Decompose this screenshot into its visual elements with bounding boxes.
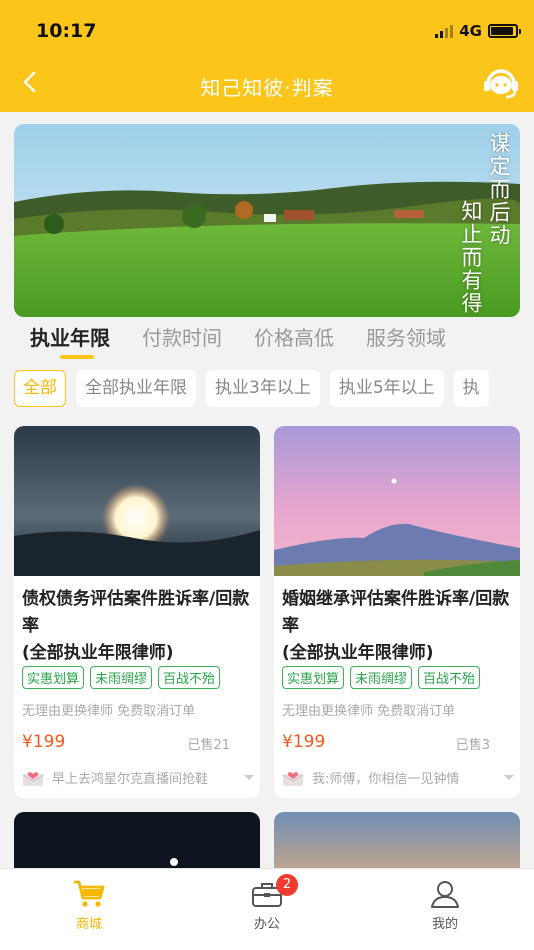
product-image [14,812,260,872]
signal-icon [435,24,454,38]
expand-caret-icon[interactable] [244,774,254,780]
product-review: 早上去鸿星尔克直播间抢鞋 [22,764,254,790]
filter-3-years[interactable]: 执业3年以上 [206,370,320,407]
filter-more[interactable]: 执 [453,370,489,407]
product-image [274,812,520,872]
product-tag: 未雨绸缪 [90,666,153,689]
headset-icon [484,69,518,99]
status-time: 10:17 [36,20,97,42]
product-tag: 实惠划算 [282,666,345,689]
product-sold-count: 已售3 [455,738,490,753]
tabbar-label: 我的 [431,917,458,932]
banner[interactable]: 谋定而后动 知止而有得 [14,124,520,317]
notification-badge: 2 [276,874,298,896]
sort-tabs: 执业年限 付款时间 价格高低 服务领域 [0,318,534,362]
product-image [14,426,260,576]
review-text: 我:师傅，你相信一见钟情 [312,771,460,787]
banner-slogan-2: 知止而有得 [459,200,483,315]
expand-caret-icon[interactable] [504,774,514,780]
product-tag: 未雨绸缪 [350,666,413,689]
tabbar-item-shop[interactable]: 商城 [0,869,178,950]
tab-price[interactable]: 价格高低 [254,318,334,362]
product-price: ¥199 [282,732,326,752]
product-title: 债权债务评估案件胜诉率/回款率 (全部执业年限律师) [22,589,250,663]
product-tags: 实惠划算 未雨绸缪 百战不殆 [282,666,481,689]
product-tags: 实惠划算 未雨绸缪 百战不殆 [22,666,221,689]
banner-slogan-1: 谋定而后动 [487,132,511,247]
product-guarantee: 无理由更换律师 免费取消订单 [22,704,196,719]
product-tag: 百战不殆 [418,666,481,689]
tab-payment-time[interactable]: 付款时间 [142,318,222,362]
customer-service-button[interactable] [482,64,520,102]
filter-all[interactable]: 全部 [14,370,66,407]
product-price: ¥199 [22,732,66,752]
banner-image [14,124,520,317]
product-tag: 百战不殆 [158,666,221,689]
tabbar-label: 办公 [253,917,280,932]
envelope-heart-icon [22,772,44,786]
product-title: 婚姻继承评估案件胜诉率/回款率 (全部执业年限律师) [282,589,510,663]
product-tag: 实惠划算 [22,666,85,689]
network-label: 4G [459,22,482,40]
filter-5-years[interactable]: 执业5年以上 [329,370,444,407]
tabbar-item-office[interactable]: 2 办公 [178,869,356,950]
cart-icon [74,880,105,907]
envelope-heart-icon [282,772,304,786]
review-text: 早上去鸿星尔克直播间抢鞋 [52,771,209,787]
page-title: 知己知彼·判案 [200,76,334,100]
status-indicators: 4G [435,22,521,40]
product-sold-count: 已售21 [187,738,230,753]
product-card[interactable]: 债权债务评估案件胜诉率/回款率 (全部执业年限律师) 实惠划算 未雨绸缪 百战不… [14,426,260,798]
filter-chips: 全部 全部执业年限 执业3年以上 执业5年以上 执 [14,370,534,408]
product-guarantee: 无理由更换律师 免费取消订单 [282,704,456,719]
bottom-tab-bar: 商城 2 办公 我的 [0,868,534,950]
tab-service-area[interactable]: 服务领域 [366,318,446,362]
battery-icon [488,24,521,38]
user-icon [431,881,459,908]
product-image [274,426,520,576]
app-header: 10:17 4G 知己知彼·判案 [0,0,534,112]
tab-practice-years[interactable]: 执业年限 [30,318,110,362]
tabbar-label: 商城 [75,917,102,932]
product-card[interactable]: 婚姻继承评估案件胜诉率/回款率 (全部执业年限律师) 实惠划算 未雨绸缪 百战不… [274,426,520,798]
tabbar-item-profile[interactable]: 我的 [356,869,534,950]
filter-all-years[interactable]: 全部执业年限 [76,370,196,407]
product-review: 我:师傅，你相信一见钟情 [282,764,514,790]
